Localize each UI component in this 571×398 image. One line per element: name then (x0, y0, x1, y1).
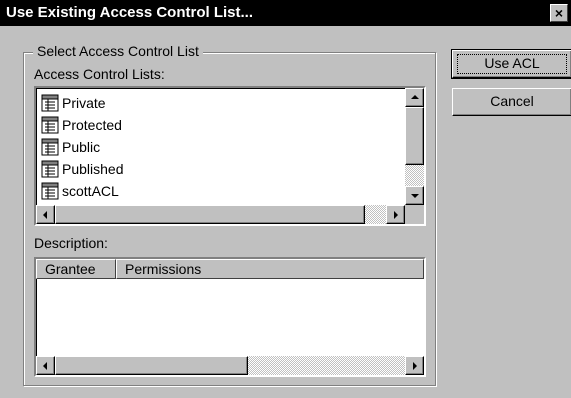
acl-list-icon (41, 182, 60, 200)
horizontal-scroll-thumb[interactable] (55, 205, 365, 224)
list-item-label: scottACL (62, 183, 119, 199)
arrow-right-icon (394, 211, 398, 219)
description-table[interactable]: Grantee Permissions (34, 257, 426, 377)
close-icon[interactable]: × (550, 4, 568, 22)
arrow-left-icon (43, 362, 47, 370)
scroll-left-button[interactable] (36, 205, 55, 224)
table-horizontal-scroll-thumb[interactable] (55, 356, 248, 375)
list-item[interactable]: Published (41, 158, 124, 180)
vertical-scroll-thumb[interactable] (405, 107, 424, 165)
table-scroll-left-button[interactable] (36, 356, 55, 375)
list-item-label: Private (62, 95, 106, 111)
acl-list-icon (41, 160, 60, 178)
scrollbar-corner (405, 205, 424, 224)
list-item-label: Published (62, 161, 124, 177)
arrow-up-icon (411, 95, 419, 99)
scroll-down-button[interactable] (405, 186, 424, 205)
list-item[interactable]: Protected (41, 114, 122, 136)
scroll-up-button[interactable] (405, 88, 424, 107)
focus-rectangle (457, 54, 567, 74)
dialog-window: Use Existing Access Control List... × Se… (0, 0, 571, 398)
list-item[interactable]: Private (41, 92, 106, 114)
arrow-left-icon (43, 211, 47, 219)
window-title: Use Existing Access Control List... (6, 4, 254, 21)
groupbox-legend: Select Access Control List (33, 42, 203, 60)
arrow-down-icon (411, 194, 419, 198)
list-item-label: Public (62, 139, 101, 155)
acl-list-icon (41, 94, 60, 112)
cancel-button[interactable]: Cancel (452, 88, 571, 116)
cancel-button-label: Cancel (490, 93, 534, 109)
list-item[interactable]: Public (41, 136, 100, 158)
description-label: Description: (34, 235, 108, 251)
column-header-permissions[interactable]: Permissions (116, 259, 424, 279)
list-item[interactable]: scottACL (41, 180, 119, 202)
acl-list-icon (41, 116, 60, 134)
scroll-right-button[interactable] (386, 205, 405, 224)
column-header-grantee[interactable]: Grantee (36, 259, 116, 279)
list-item-label: Protected (62, 117, 122, 133)
arrow-right-icon (413, 362, 417, 370)
acl-list-icon (41, 138, 60, 156)
table-scroll-right-button[interactable] (405, 356, 424, 375)
title-bar[interactable]: Use Existing Access Control List... × (0, 0, 571, 26)
use-acl-button[interactable]: Use ACL (451, 49, 571, 79)
acl-listbox[interactable]: Private Protected Public Published scott… (34, 86, 426, 226)
acl-lists-label: Access Control Lists: (34, 66, 165, 82)
